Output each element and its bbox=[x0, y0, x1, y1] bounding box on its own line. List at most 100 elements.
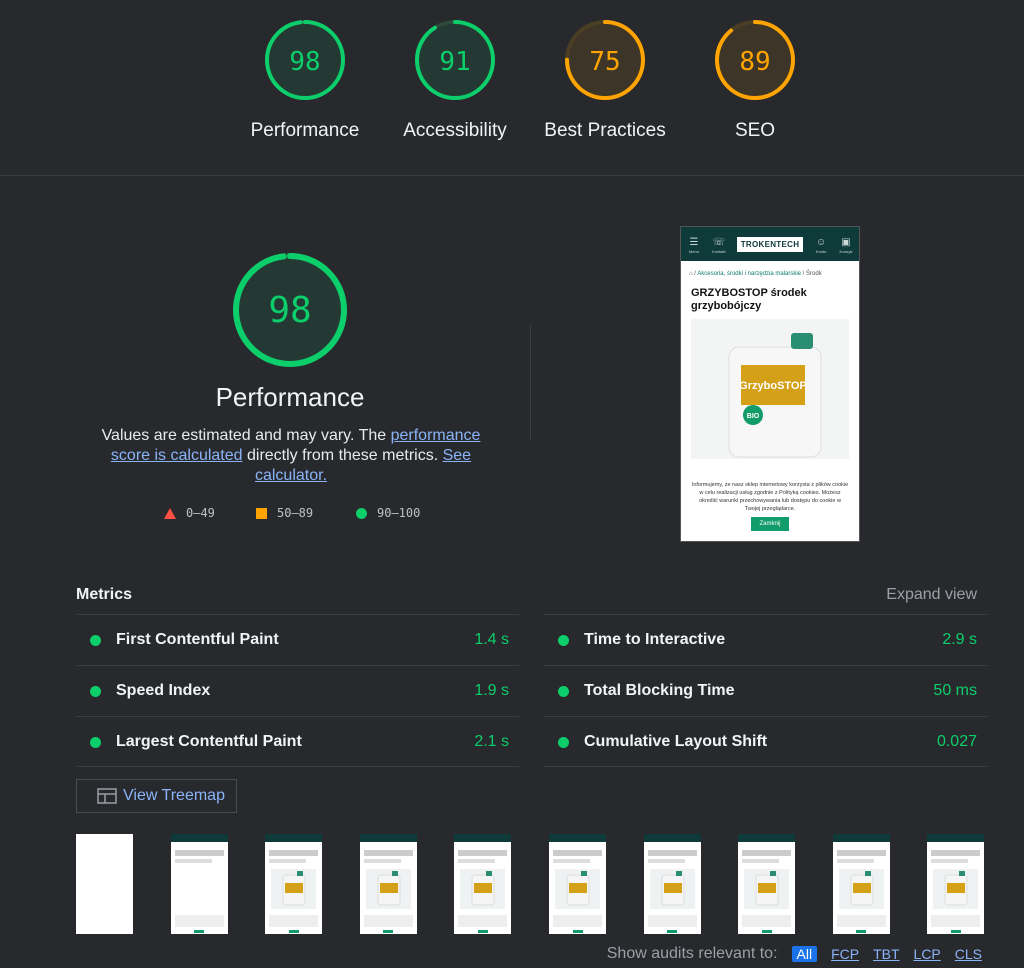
metric-name: First Contentful Paint bbox=[116, 631, 279, 648]
audit-filter: Show audits relevant to: All FCP TBT LCP… bbox=[607, 940, 982, 968]
expand-view-toggle[interactable]: Expand view bbox=[886, 586, 977, 604]
filmstrip-frame bbox=[170, 834, 228, 934]
header-divider bbox=[0, 175, 1024, 176]
menu-label: Menu bbox=[688, 249, 699, 254]
treemap-icon bbox=[97, 788, 117, 804]
gauge-seo-score: 89 bbox=[739, 47, 770, 77]
metric-value: 1.4 s bbox=[474, 631, 509, 648]
gauge-accessibility-label: Accessibility bbox=[403, 120, 507, 141]
legend-average: 50–89 bbox=[256, 506, 313, 520]
performance-description: Values are estimated and may vary. The p… bbox=[95, 426, 487, 486]
contact-icon: ☏ Kontakt bbox=[712, 237, 726, 254]
final-screenshot[interactable]: ☰ Menu ☏ Kontakt TROKENTECH ☺ Konto ▣ Koszyk… bbox=[680, 226, 860, 542]
metric-value: 0.027 bbox=[936, 733, 977, 750]
view-treemap-button[interactable]: View Treemap bbox=[76, 779, 237, 813]
breadcrumb-link: Akcesoria, środki i narzędzia malarskie bbox=[697, 271, 802, 277]
canister-brand-label: GrzyboSTOP bbox=[739, 380, 807, 392]
cookie-text: Informujemy, że nasz sklep internetowy k… bbox=[691, 482, 849, 512]
filmstrip-frame bbox=[454, 834, 512, 934]
filmstrip-frame bbox=[265, 834, 323, 934]
account-label: Konto bbox=[815, 249, 827, 254]
gauge-best-practices-label: Best Practices bbox=[544, 120, 666, 141]
performance-main-gauge: 98 bbox=[230, 250, 350, 375]
metric-total-blocking-time: Total Blocking Time 50 ms bbox=[544, 665, 987, 716]
cart-icon: ▣ Koszyk bbox=[839, 237, 853, 254]
metric-cumulative-layout-shift: Cumulative Layout Shift 0.027 bbox=[544, 716, 987, 767]
performance-desc-text-1: Values are estimated and may vary. The bbox=[101, 427, 391, 444]
gauge-seo-ring: 89 bbox=[715, 20, 795, 100]
legend-fail-range: 0–49 bbox=[186, 506, 215, 520]
filmstrip-frame bbox=[643, 834, 701, 934]
score-legend: 0–49 50–89 90–100 bbox=[160, 506, 460, 522]
cookie-close-button: Zamknij bbox=[751, 517, 789, 531]
metric-value: 2.9 s bbox=[942, 631, 977, 648]
canister-illustration: GrzyboSTOP BIO bbox=[728, 333, 822, 458]
pass-dot-icon bbox=[558, 635, 569, 646]
cookie-banner: Informujemy, że nasz sklep internetowy k… bbox=[681, 475, 859, 541]
filter-tbt[interactable]: TBT bbox=[873, 946, 899, 962]
product-image: GrzyboSTOP BIO bbox=[691, 319, 849, 459]
legend-average-range: 50–89 bbox=[277, 506, 314, 520]
legend-pass-range: 90–100 bbox=[377, 506, 421, 520]
filmstrip-frame bbox=[832, 834, 890, 934]
menu-icon: ☰ Menu bbox=[688, 237, 699, 254]
pass-dot-icon bbox=[90, 737, 101, 748]
screenshot-header: ☰ Menu ☏ Kontakt TROKENTECH ☺ Konto ▣ Koszyk bbox=[681, 227, 859, 261]
canister-bio-badge: BIO bbox=[747, 413, 760, 420]
metric-largest-contentful-paint: Largest Contentful Paint 2.1 s bbox=[76, 716, 519, 767]
filmstrip bbox=[0, 834, 1024, 934]
metric-time-to-interactive: Time to Interactive 2.9 s bbox=[544, 614, 987, 665]
gauge-accessibility[interactable]: 91 Accessibility bbox=[380, 18, 530, 142]
gauge-performance-score: 98 bbox=[289, 47, 320, 77]
gauge-performance[interactable]: 98 Performance bbox=[230, 18, 380, 142]
pass-dot-icon bbox=[90, 635, 101, 646]
gauge-performance-label: Performance bbox=[250, 120, 360, 141]
filmstrip-frame bbox=[549, 834, 606, 934]
gauge-accessibility-score: 91 bbox=[439, 47, 470, 77]
cart-label: Koszyk bbox=[839, 249, 853, 254]
filmstrip-frame bbox=[738, 834, 796, 934]
breadcrumb-current: Środk bbox=[806, 271, 822, 277]
metric-name: Total Blocking Time bbox=[584, 682, 735, 699]
gauge-accessibility-ring: 91 bbox=[415, 20, 495, 100]
pass-dot-icon bbox=[90, 686, 101, 697]
filter-fcp[interactable]: FCP bbox=[831, 946, 859, 962]
filmstrip-frame bbox=[927, 834, 985, 934]
performance-title: Performance bbox=[215, 382, 365, 412]
filter-lcp[interactable]: LCP bbox=[914, 946, 941, 962]
metric-value: 1.9 s bbox=[474, 682, 509, 699]
gauge-best-practices-ring: 75 bbox=[565, 20, 645, 100]
filter-all[interactable]: All bbox=[791, 946, 818, 962]
metric-name: Largest Contentful Paint bbox=[116, 733, 302, 750]
filter-cls[interactable]: CLS bbox=[955, 946, 982, 962]
screenshot-product-title: GRZYBOSTOP środek grzybobójczy bbox=[691, 287, 807, 312]
pass-circle-icon bbox=[356, 507, 367, 519]
trokentech-logo: TROKENTECH bbox=[736, 236, 804, 252]
view-treemap-label: View Treemap bbox=[123, 787, 225, 804]
metric-name: Speed Index bbox=[116, 682, 211, 699]
fail-triangle-icon bbox=[164, 507, 176, 519]
metrics-title: Metrics bbox=[76, 586, 133, 603]
gauge-performance-ring: 98 bbox=[265, 20, 345, 100]
filmstrip-frame bbox=[359, 834, 417, 934]
gauge-best-practices[interactable]: 75 Best Practices bbox=[530, 18, 680, 142]
gauge-seo[interactable]: 89 SEO bbox=[680, 18, 830, 142]
average-square-icon bbox=[256, 507, 267, 519]
performance-desc-text-2: directly from these metrics. bbox=[242, 447, 443, 464]
metric-first-contentful-paint: First Contentful Paint 1.4 s bbox=[76, 614, 519, 665]
screenshot-breadcrumb: ⌂ / Akcesoria, środki i narzędzia malars… bbox=[689, 271, 822, 277]
contact-label: Kontakt bbox=[712, 249, 726, 254]
pass-dot-icon bbox=[558, 737, 569, 748]
performance-main-ring: 98 bbox=[233, 253, 347, 367]
account-icon: ☺ Konto bbox=[815, 237, 827, 254]
pass-dot-icon bbox=[558, 686, 569, 697]
gauge-seo-label: SEO bbox=[734, 120, 776, 141]
vertical-separator bbox=[530, 325, 531, 440]
filmstrip-frame bbox=[76, 834, 133, 934]
metric-value: 50 ms bbox=[933, 682, 977, 699]
metric-value: 2.1 s bbox=[474, 733, 509, 750]
metric-speed-index: Speed Index 1.9 s bbox=[76, 665, 519, 716]
legend-pass: 90–100 bbox=[356, 506, 420, 520]
performance-main-score: 98 bbox=[268, 290, 311, 331]
metrics-left-column: First Contentful Paint 1.4 s Speed Index… bbox=[76, 614, 519, 767]
